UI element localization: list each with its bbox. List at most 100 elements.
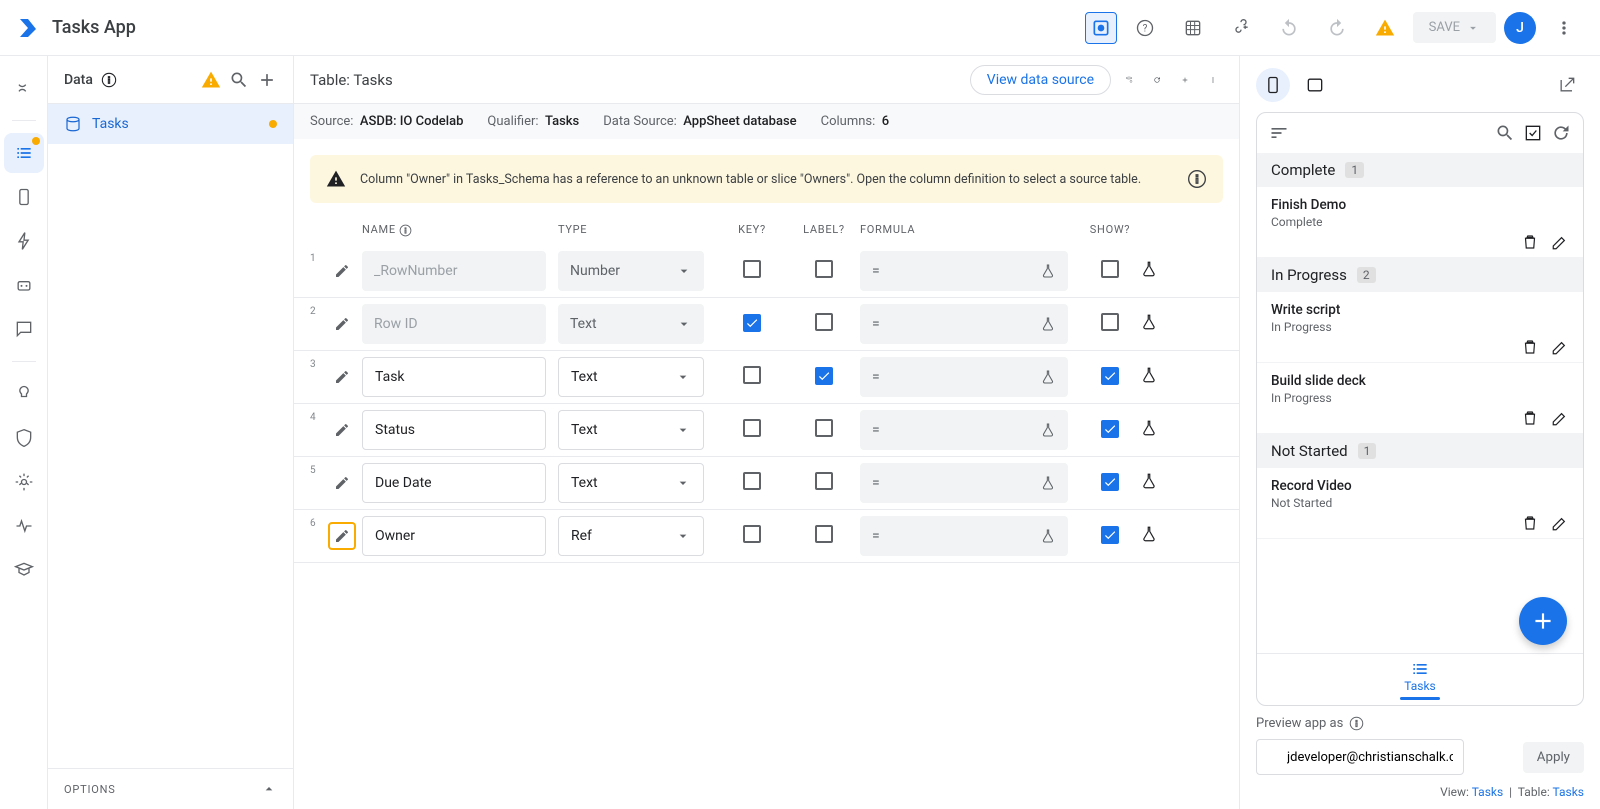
- flask-icon[interactable]: [1140, 313, 1158, 331]
- flask-icon[interactable]: [1140, 419, 1158, 437]
- open-preview-icon[interactable]: [1550, 68, 1584, 102]
- task-item[interactable]: Record VideoNot Started: [1257, 468, 1583, 539]
- edit-icon[interactable]: [1551, 338, 1569, 356]
- nav-views[interactable]: [4, 177, 44, 217]
- column-type-select[interactable]: Ref: [558, 516, 704, 556]
- edit-column-icon[interactable]: [328, 416, 356, 444]
- checkbox[interactable]: [815, 472, 833, 490]
- column-name-input[interactable]: [362, 357, 546, 397]
- nav-intelligence[interactable]: [4, 374, 44, 414]
- checkbox[interactable]: [743, 260, 761, 278]
- group-header[interactable]: Not Started1: [1257, 434, 1583, 468]
- add-icon[interactable]: [257, 70, 277, 90]
- group-header[interactable]: In Progress2: [1257, 258, 1583, 292]
- avatar[interactable]: J: [1504, 12, 1536, 44]
- edit-column-icon[interactable]: [328, 257, 356, 285]
- column-type-select[interactable]: Number: [558, 251, 704, 291]
- column-type-select[interactable]: Text: [558, 304, 704, 344]
- task-item[interactable]: Write scriptIn Progress: [1257, 292, 1583, 363]
- banner-info-icon[interactable]: [1187, 169, 1207, 189]
- menu-icon[interactable]: [1544, 8, 1584, 48]
- warn-icon[interactable]: [201, 70, 221, 90]
- nav-security[interactable]: [4, 418, 44, 458]
- column-name-input[interactable]: [362, 251, 546, 291]
- flask-icon[interactable]: [1140, 260, 1158, 278]
- deploy-icon[interactable]: [1085, 12, 1117, 44]
- info-icon[interactable]: [101, 72, 117, 88]
- edit-column-icon[interactable]: [328, 363, 356, 391]
- edit-column-icon[interactable]: [328, 522, 356, 550]
- pv-select-icon[interactable]: [1523, 123, 1543, 143]
- edit-icon[interactable]: [1551, 514, 1569, 532]
- formula-input[interactable]: =: [860, 516, 1068, 556]
- view-link[interactable]: Tasks: [1472, 785, 1504, 799]
- checkbox[interactable]: [743, 419, 761, 437]
- task-item[interactable]: Finish DemoComplete: [1257, 187, 1583, 258]
- help-icon[interactable]: ?: [1125, 8, 1165, 48]
- regen-icon[interactable]: [1119, 70, 1139, 90]
- nav-home[interactable]: [4, 68, 44, 108]
- checkbox[interactable]: [743, 472, 761, 490]
- bottom-tab-tasks[interactable]: Tasks: [1257, 653, 1583, 705]
- delete-icon[interactable]: [1521, 338, 1539, 356]
- share-icon[interactable]: [1221, 8, 1261, 48]
- warning-icon[interactable]: [1365, 8, 1405, 48]
- pv-refresh-icon[interactable]: [1551, 123, 1571, 143]
- checkbox[interactable]: [743, 314, 761, 332]
- table-menu-icon[interactable]: [1203, 70, 1223, 90]
- edit-icon[interactable]: [1551, 409, 1569, 427]
- phone-view-icon[interactable]: [1256, 68, 1290, 102]
- delete-icon[interactable]: [1521, 409, 1539, 427]
- table-link[interactable]: Tasks: [1553, 785, 1585, 799]
- checkbox[interactable]: [743, 525, 761, 543]
- pv-search-icon[interactable]: [1495, 123, 1515, 143]
- checkbox[interactable]: [815, 367, 833, 385]
- edit-column-icon[interactable]: [328, 469, 356, 497]
- delete-icon[interactable]: [1521, 514, 1539, 532]
- formula-input[interactable]: =: [860, 251, 1068, 291]
- nav-learn[interactable]: [4, 550, 44, 590]
- redo-icon[interactable]: [1317, 8, 1357, 48]
- flask-icon[interactable]: [1140, 525, 1158, 543]
- edit-icon[interactable]: [1551, 233, 1569, 251]
- view-data-source-button[interactable]: View data source: [970, 65, 1111, 95]
- fab-add-button[interactable]: [1519, 597, 1567, 645]
- task-item[interactable]: Build slide deckIn Progress: [1257, 363, 1583, 434]
- preview-info-icon[interactable]: [1349, 716, 1364, 731]
- nav-bots[interactable]: [4, 265, 44, 305]
- column-type-select[interactable]: Text: [558, 410, 704, 450]
- add-column-icon[interactable]: [1175, 70, 1195, 90]
- checkbox[interactable]: [1101, 260, 1119, 278]
- checkbox[interactable]: [1101, 367, 1119, 385]
- undo-icon[interactable]: [1269, 8, 1309, 48]
- search-icon[interactable]: [229, 70, 249, 90]
- column-name-input[interactable]: [362, 304, 546, 344]
- flask-icon[interactable]: [1140, 472, 1158, 490]
- nav-actions[interactable]: [4, 221, 44, 261]
- options-section[interactable]: OPTIONS: [48, 768, 293, 809]
- checkbox[interactable]: [743, 366, 761, 384]
- checkbox[interactable]: [1101, 420, 1119, 438]
- checkbox[interactable]: [815, 313, 833, 331]
- checkbox[interactable]: [1101, 473, 1119, 491]
- checkbox[interactable]: [815, 260, 833, 278]
- checkbox[interactable]: [815, 419, 833, 437]
- delete-icon[interactable]: [1521, 233, 1539, 251]
- formula-input[interactable]: =: [860, 463, 1068, 503]
- preview-email-input[interactable]: [1256, 739, 1464, 775]
- checkbox[interactable]: [1101, 313, 1119, 331]
- formula-input[interactable]: =: [860, 304, 1068, 344]
- group-header[interactable]: Complete1: [1257, 153, 1583, 187]
- sort-icon[interactable]: [1269, 123, 1289, 143]
- checkbox[interactable]: [815, 525, 833, 543]
- column-type-select[interactable]: Text: [558, 357, 704, 397]
- formula-input[interactable]: =: [860, 410, 1068, 450]
- nav-chat[interactable]: [4, 309, 44, 349]
- checkbox[interactable]: [1101, 526, 1119, 544]
- nav-monitor[interactable]: [4, 506, 44, 546]
- apply-button[interactable]: Apply: [1523, 742, 1584, 773]
- column-type-select[interactable]: Text: [558, 463, 704, 503]
- column-name-input[interactable]: [362, 410, 546, 450]
- column-name-input[interactable]: [362, 516, 546, 556]
- flask-icon[interactable]: [1140, 366, 1158, 384]
